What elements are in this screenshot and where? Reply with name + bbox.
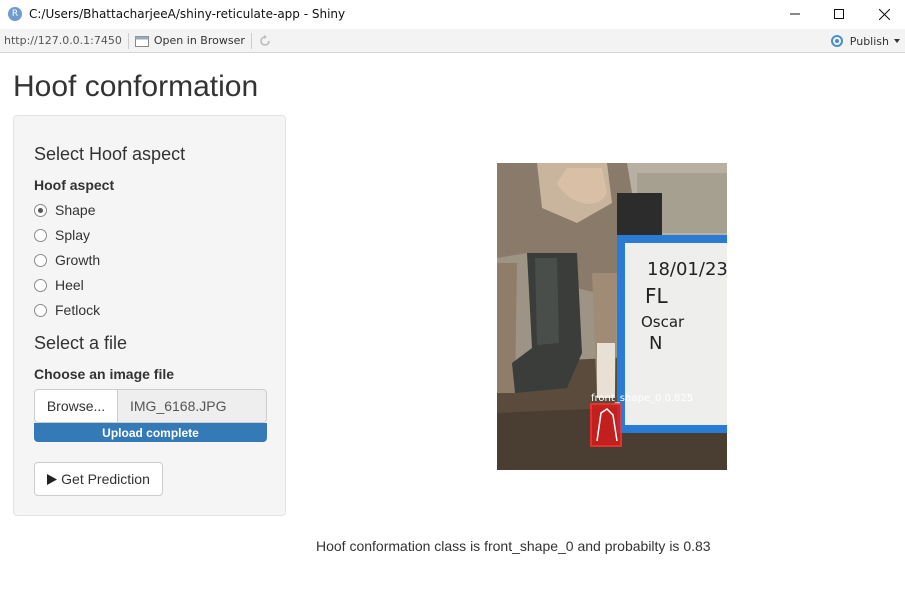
close-icon — [878, 8, 890, 20]
radio-option-fetlock[interactable]: Fetlock — [34, 300, 100, 320]
close-button[interactable] — [861, 0, 905, 28]
file-label: Choose an image file — [34, 366, 175, 382]
open-browser-icon — [134, 35, 149, 47]
radio-button[interactable] — [34, 228, 47, 242]
radio-label: Growth — [55, 252, 101, 268]
viewer-toolbar: http://127.0.0.1:7450 Open in Browser Pu… — [0, 29, 905, 53]
window-title: C:/Users/BhattacharjeeA/shiny-reticulate… — [29, 7, 346, 21]
upload-status: Upload complete — [102, 425, 199, 440]
maximize-button[interactable] — [816, 0, 862, 28]
file-input: Browse... IMG_6168.JPG — [34, 389, 267, 423]
board-date: 18/01/23 — [647, 259, 727, 280]
radio-option-growth[interactable]: Growth — [34, 250, 100, 270]
url-display[interactable]: http://127.0.0.1:7450 — [4, 34, 122, 47]
radio-option-splay[interactable]: Splay — [34, 225, 90, 245]
file-name-field[interactable]: IMG_6168.JPG — [118, 389, 267, 423]
refresh-icon[interactable] — [258, 34, 272, 48]
browse-button[interactable]: Browse... — [34, 389, 118, 423]
sidebar-panel: Select Hoof aspect Hoof aspect Shape Spl… — [13, 115, 286, 516]
chevron-down-icon — [894, 39, 900, 43]
radio-option-shape[interactable]: Shape — [34, 200, 95, 220]
minimize-button[interactable] — [772, 0, 818, 28]
minimize-icon — [790, 13, 800, 15]
radio-label: Heel — [55, 277, 84, 293]
radio-option-heel[interactable]: Heel — [34, 275, 84, 295]
open-in-browser-button[interactable]: Open in Browser — [134, 34, 245, 47]
r-logo-icon: R — [8, 7, 22, 21]
radio-label: Fetlock — [55, 302, 101, 318]
play-icon — [47, 473, 58, 485]
upload-progress-bar: Upload complete — [34, 423, 267, 442]
hoof-photo: 18/01/23 FL Oscar N front_shape_0 0.825 — [497, 163, 727, 470]
publish-label: Publish — [849, 34, 889, 48]
publish-icon — [830, 35, 843, 47]
aspect-heading: Select Hoof aspect — [34, 144, 186, 164]
toolbar-divider — [127, 32, 129, 49]
window-title-bar: R C:/Users/BhattacharjeeA/shiny-reticula… — [0, 0, 905, 28]
open-in-browser-label: Open in Browser — [153, 34, 245, 47]
radio-button[interactable] — [34, 203, 47, 217]
page-title: Hoof conformation — [13, 70, 259, 103]
prediction-image: 18/01/23 FL Oscar N front_shape_0 0.825 — [497, 163, 727, 470]
board-letter: N — [649, 333, 662, 354]
maximize-icon — [834, 9, 844, 19]
radio-label: Shape — [55, 202, 96, 218]
radio-button[interactable] — [34, 278, 47, 292]
aspect-label: Hoof aspect — [34, 177, 115, 193]
detection-label: front_shape_0 0.825 — [591, 393, 693, 404]
radio-label: Splay — [55, 227, 91, 243]
file-heading: Select a file — [34, 333, 128, 353]
get-prediction-button[interactable]: Get Prediction — [34, 462, 163, 496]
toolbar-divider — [250, 32, 252, 49]
prediction-result-text: Hoof conformation class is front_shape_0… — [316, 538, 711, 554]
publish-button[interactable]: Publish — [828, 29, 901, 53]
get-prediction-label: Get Prediction — [61, 471, 150, 487]
radio-button[interactable] — [34, 253, 47, 267]
board-code: FL — [645, 284, 669, 308]
radio-button[interactable] — [34, 303, 47, 317]
board-name: Oscar — [641, 313, 685, 331]
